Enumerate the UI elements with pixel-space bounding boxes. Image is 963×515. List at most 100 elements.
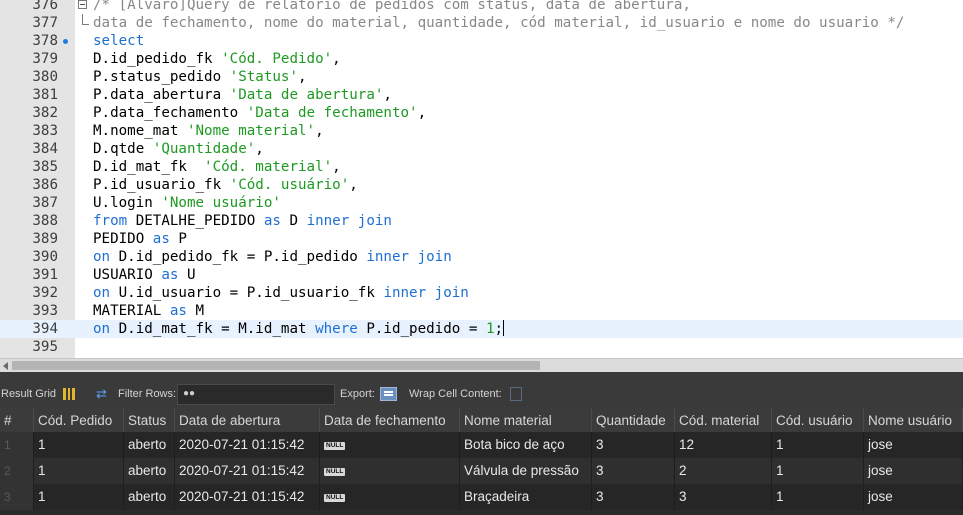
column-header[interactable]: Quantidade [592,408,675,432]
code-text: D.id_pedido_fk 'Cód. Pedido', [93,50,341,68]
filter-rows-input[interactable] [177,384,335,405]
table-cell[interactable]: 2020-07-21 01:15:42 [175,458,320,484]
table-cell[interactable]: 12 [675,432,772,458]
result-grid-icon[interactable] [63,388,75,400]
sql-identifier: , [383,87,392,103]
sql-identifier: , [417,105,427,121]
scrollbar-thumb[interactable] [12,361,540,370]
line-number: 385 [32,159,58,175]
table-cell[interactable]: 2020-07-21 01:15:42 [175,484,320,510]
code-line[interactable]: 391 USUARIO as U [0,266,963,284]
column-header[interactable]: Data de fechamento [320,408,460,432]
code-text: P.id_usuario_fk 'Cód. usuário', [93,176,358,194]
sql-identifier: D.qtde [93,141,153,157]
table-cell[interactable]: 1 [772,432,864,458]
code-text: D.id_mat_fk 'Cód. material', [93,158,341,176]
row-number[interactable]: 3 [0,484,34,510]
table-cell[interactable]: 3 [675,484,772,510]
table-cell[interactable]: NULL [320,432,460,458]
table-cell[interactable]: aberto [124,432,175,458]
column-header[interactable]: Data de abertura [175,408,320,432]
statement-marker-icon [63,39,68,44]
code-line[interactable]: 394 on D.id_mat_fk = M.id_mat where P.id_… [0,320,963,338]
sql-identifier: , [255,141,264,157]
table-cell[interactable]: Braçadeira [460,484,592,510]
table-cell[interactable]: 1 [772,484,864,510]
table-cell[interactable]: 3 [592,432,675,458]
table-cell[interactable]: 1 [34,484,124,510]
code-line[interactable]: 386 P.id_usuario_fk 'Cód. usuário', [0,176,963,194]
code-line[interactable]: 384 D.qtde 'Quantidade', [0,140,963,158]
sql-string: 'Quantidade' [152,141,256,157]
table-row[interactable]: 2 1 aberto 2020-07-21 01:15:42 NULL Válvula d… [0,458,963,484]
null-badge: NULL [324,468,346,476]
code-line[interactable]: 392 on U.id_usuario = P.id_usuario_fk inn… [0,284,963,302]
code-line[interactable]: 393 MATERIAL as M [0,302,963,320]
table-cell[interactable]: NULL [320,484,460,510]
code-line[interactable]: 385 D.id_mat_fk 'Cód. material', [0,158,963,176]
code-text: P.status_pedido 'Status', [93,68,307,86]
refresh-arrows-icon[interactable]: ⇄ [96,387,107,400]
code-line[interactable]: 390 on D.id_pedido_fk = P.id_pedido inner… [0,248,963,266]
row-number[interactable]: 1 [0,432,34,458]
code-text: on U.id_usuario = P.id_usuario_fk inner … [93,284,469,302]
code-line[interactable]: 378 select [0,32,963,50]
column-header[interactable]: Cód. material [675,408,772,432]
table-cell[interactable]: 3 [592,458,675,484]
code-line[interactable]: 387 U.login 'Nome usuário' [0,194,963,212]
code-line[interactable]: 383 M.nome_mat 'Nome material', [0,122,963,140]
table-cell[interactable]: Bota bico de aço [460,432,592,458]
result-grid-label[interactable]: Result Grid [1,372,56,408]
table-cell[interactable]: jose [864,458,963,484]
code-line[interactable]: 380 P.status_pedido 'Status', [0,68,963,86]
code-line[interactable]: 382 P.data_fechamento 'Data de fechamento… [0,104,963,122]
column-header[interactable]: Nome material [460,408,592,432]
code-line[interactable]: 379 D.id_pedido_fk 'Cód. Pedido', [0,50,963,68]
code-text: D.qtde 'Quantidade', [93,140,264,158]
sql-identifier: P.data_fechamento [93,105,247,121]
fold-collapse-icon[interactable] [77,0,89,14]
export-icon[interactable] [380,387,397,401]
code-line[interactable]: 395 [0,338,963,356]
code-line[interactable]: 388 from DETALHE_PEDIDO as D inner join [0,212,963,230]
sql-identifier: D.id_mat_fk = M.id_mat [110,321,316,337]
wrap-cell-icon[interactable] [510,387,522,401]
table-cell[interactable]: NULL [320,458,460,484]
sql-keyword: inner join [366,249,452,265]
sql-identifier: , [315,123,324,139]
sql-editor[interactable]: 376 /* [Álvaro]Query de relatório de pedi… [0,0,963,358]
column-header[interactable]: Cód. Pedido [34,408,124,432]
table-cell[interactable]: 2020-07-21 01:15:42 [175,432,320,458]
code-text: MATERIAL as M [93,302,204,320]
table-cell[interactable]: jose [864,432,963,458]
code-line[interactable]: 389 PEDIDO as P [0,230,963,248]
table-cell[interactable]: 1 [34,458,124,484]
sql-identifier: USUARIO [93,267,162,283]
table-cell[interactable]: jose [864,484,963,510]
table-cell[interactable]: 3 [592,484,675,510]
result-grid: # Cód. Pedido Status Data de abertura Data d… [0,408,963,515]
column-header[interactable]: Nome usuário [864,408,963,432]
table-row[interactable]: 1 1 aberto 2020-07-21 01:15:42 NULL Bota bico… [0,432,963,458]
sql-string: 'Cód. usuário' [229,177,350,193]
table-cell[interactable]: 1 [772,458,864,484]
row-number[interactable]: 2 [0,458,34,484]
scroll-left-arrow-icon[interactable] [3,362,8,370]
sql-keyword: as [152,231,170,247]
table-row[interactable]: 3 1 aberto 2020-07-21 01:15:42 NULL Braçadeir… [0,484,963,510]
table-cell[interactable]: aberto [124,484,175,510]
rownum-header[interactable]: # [0,408,34,432]
column-header[interactable]: Status [124,408,175,432]
code-line[interactable]: 377 data de fechamento, nome do material,… [0,14,963,32]
grid-header: # Cód. Pedido Status Data de abertura Data d… [0,408,963,432]
code-line[interactable]: 376 /* [Álvaro]Query de relatório de pedi… [0,0,963,14]
sql-identifier: D [280,213,307,229]
editor-horizontal-scrollbar[interactable] [0,358,963,372]
table-cell[interactable]: Válvula de pressão [460,458,592,484]
table-cell[interactable]: 2 [675,458,772,484]
code-line[interactable]: 381 P.data_abertura 'Data de abertura', [0,86,963,104]
column-header[interactable]: Cód. usuário [772,408,864,432]
table-cell[interactable]: 1 [34,432,124,458]
table-cell[interactable]: aberto [124,458,175,484]
line-number: 381 [32,87,58,103]
